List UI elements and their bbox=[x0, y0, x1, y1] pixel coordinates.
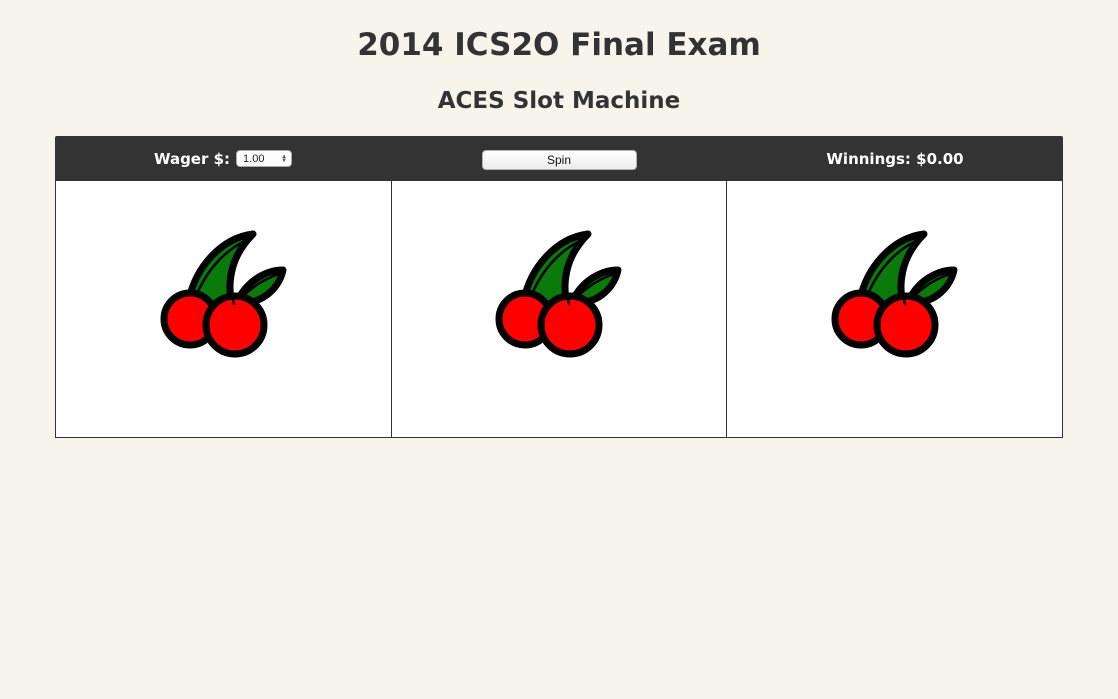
reels bbox=[55, 181, 1063, 438]
wager-select[interactable]: 1.00 ▲ ▼ bbox=[236, 150, 293, 167]
page-subtitle: ACES Slot Machine bbox=[437, 88, 681, 114]
winnings-display: Winnings: $0.00 bbox=[826, 149, 964, 168]
select-arrows-icon: ▲ ▼ bbox=[281, 153, 288, 164]
wager-label: Wager $: bbox=[153, 149, 231, 168]
control-bar: Wager $: 1.00 ▲ ▼ Spin Winnings: $0.00 bbox=[55, 136, 1063, 181]
cherries-icon bbox=[831, 230, 957, 358]
slot-machine: Wager $: 1.00 ▲ ▼ Spin Winnings: $0.00 bbox=[55, 136, 1063, 438]
page-title: 2014 ICS2O Final Exam bbox=[357, 27, 761, 63]
wager-select-value: 1.00 bbox=[243, 152, 265, 165]
reel-3 bbox=[726, 181, 1063, 438]
winnings-section: Winnings: $0.00 bbox=[727, 136, 1063, 181]
wager-section: Wager $: 1.00 ▲ ▼ bbox=[55, 136, 391, 181]
spin-button[interactable]: Spin bbox=[481, 150, 637, 170]
reel-2 bbox=[391, 181, 727, 438]
cherries-icon bbox=[495, 230, 622, 358]
reel-1 bbox=[55, 181, 392, 438]
cherries-icon bbox=[160, 230, 286, 358]
spin-section: Spin bbox=[391, 136, 727, 181]
